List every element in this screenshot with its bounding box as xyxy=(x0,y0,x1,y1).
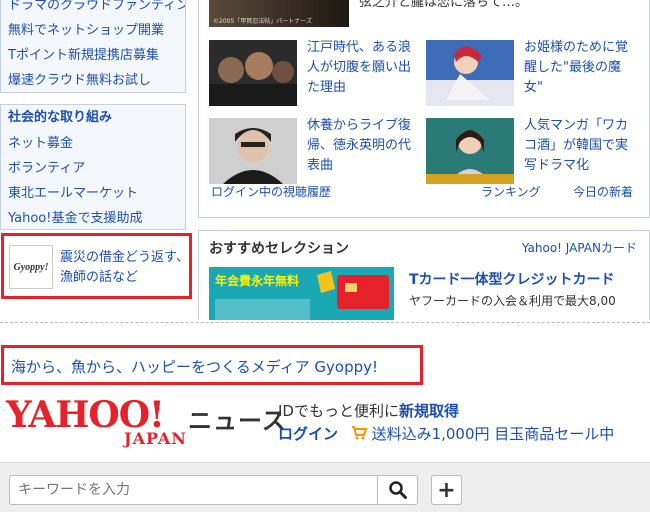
card-headline[interactable]: Tカード一体型クレジットカード xyxy=(409,269,615,289)
viewing-history-link[interactable]: ログイン中の視聴履歴 xyxy=(211,183,331,200)
divider xyxy=(0,322,650,323)
video-title[interactable]: 人気マンガ「ワカコ酒」が韓国で実写ドラマ化 xyxy=(524,116,634,176)
social-link[interactable]: ネット募金 xyxy=(1,131,185,156)
video-title[interactable]: 弦之介と朧は恋に落ちて…。 xyxy=(359,0,639,13)
yahoo-japan-logo[interactable]: YAHOO! JAPAN xyxy=(6,396,186,448)
service-link[interactable]: 爆速クラウド無料お試し xyxy=(1,68,185,93)
shipping-sale-link[interactable]: 送料込み1,000円 目玉商品セール中 xyxy=(372,425,615,443)
social-header: 社会的な取り組み xyxy=(8,110,113,125)
social-link[interactable]: ボランティア xyxy=(1,156,185,181)
social-link[interactable]: Yahoo!基金で支援助成 xyxy=(1,206,185,231)
thumbnail-caption: ©2005「甲賀忍法帖」パートナーズ xyxy=(213,17,312,25)
video-panel: ©2005「甲賀忍法帖」パートナーズ 弦之介と朧は恋に落ちて…。 江戸時代、ある… xyxy=(198,0,650,218)
video-title[interactable]: 休養からライブ復帰、徳永英明の代表曲 xyxy=(307,116,417,176)
service-link[interactable]: 無料でネットショップ開業 xyxy=(1,18,185,43)
add-button[interactable]: + xyxy=(431,475,462,505)
card-description: ヤフーカードの入会＆利用で最大8,00 xyxy=(409,294,616,308)
search-bar: + xyxy=(0,462,650,512)
video-thumbnail[interactable] xyxy=(426,40,514,106)
partner-link[interactable]: Yahoo! JAPANカード xyxy=(522,239,637,256)
social-link[interactable]: 東北エールマーケット xyxy=(1,181,185,206)
service-name[interactable]: ニュース xyxy=(188,401,287,436)
social-box: 社会的な取り組み ネット募金 ボランティア 東北エールマーケット Yahoo!基… xyxy=(0,104,186,230)
yahoo-logo-japan: JAPAN xyxy=(124,429,187,448)
cart-icon xyxy=(351,426,368,440)
banner-text[interactable]: 海から、魚から、ハッピーをつくるメディア Gyoppy! xyxy=(11,356,378,377)
video-title[interactable]: お姫様のために覚醒した"最後の魔女" xyxy=(524,38,634,98)
video-thumbnail[interactable] xyxy=(209,40,297,106)
recommended-selection: おすすめセレクション Yahoo! JAPANカード 年会費永年無料 Tカード一… xyxy=(198,230,650,320)
id-promo: IDでもっと便利に新規取得 xyxy=(278,400,459,421)
video-thumbnail[interactable]: ©2005「甲賀忍法帖」パートナーズ xyxy=(209,0,349,27)
ranking-link[interactable]: ランキング xyxy=(481,183,541,200)
login-link[interactable]: ログイン xyxy=(278,425,338,443)
plus-icon: + xyxy=(437,477,456,503)
header-links: ログイン 送料込み1,000円 目玉商品セール中 xyxy=(278,423,614,444)
search-input[interactable] xyxy=(9,475,377,505)
gyoppy-logo: Gyoppy! xyxy=(9,245,53,289)
today-new-link[interactable]: 今日の新着 xyxy=(573,183,633,200)
id-promo-text: IDでもっと便利に xyxy=(278,402,399,420)
video-title[interactable]: 江戸時代、ある浪人が切腹を願い出た理由 xyxy=(307,38,417,98)
video-thumbnail[interactable] xyxy=(209,118,297,184)
card-ad-image[interactable]: 年会費永年無料 xyxy=(209,267,394,320)
search-icon xyxy=(388,481,407,499)
search-button[interactable] xyxy=(377,475,418,505)
card-badge: 年会費永年無料 xyxy=(215,273,299,288)
video-thumbnail[interactable] xyxy=(426,118,514,184)
selection-title: おすすめセレクション xyxy=(209,241,349,257)
service-link[interactable]: ドラマのクラウドファンディング広告 xyxy=(1,0,185,18)
register-link[interactable]: 新規取得 xyxy=(399,402,459,420)
gyoppy-promo[interactable]: Gyoppy! 震災の借金どう返す、漁師の話など xyxy=(1,233,192,299)
service-link[interactable]: Tポイント新規提携店募集 xyxy=(1,43,185,68)
services-box: ドラマのクラウドファンディング広告 無料でネットショップ開業 Tポイント新規提携… xyxy=(0,0,186,93)
gyoppy-banner[interactable]: 海から、魚から、ハッピーをつくるメディア Gyoppy! xyxy=(1,345,423,385)
promo-text[interactable]: 震災の借金どう返す、漁師の話など xyxy=(60,248,190,288)
